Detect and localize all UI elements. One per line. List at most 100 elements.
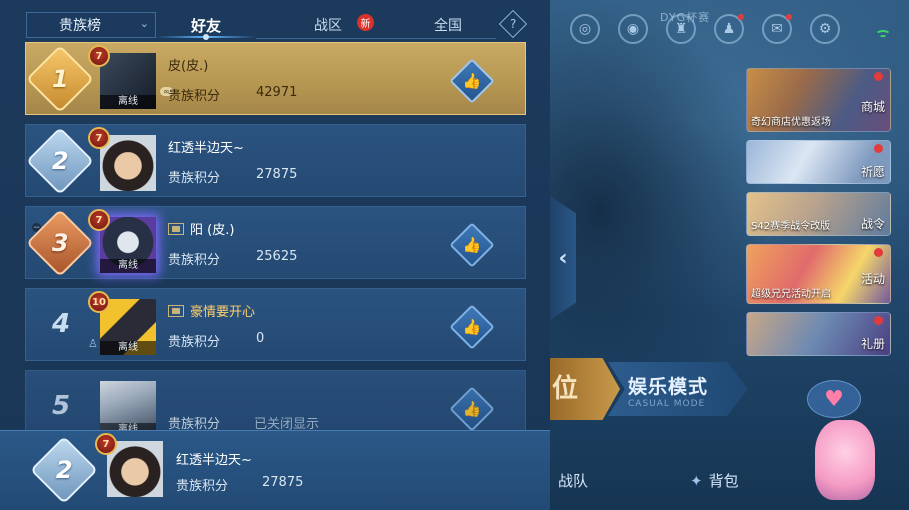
collapse-panel-button[interactable]: ‹ (550, 196, 576, 320)
casual-mode-button[interactable]: 娱乐模式 CASUAL MODE (608, 362, 748, 416)
backpack-button[interactable]: ✦ 背包 (690, 470, 739, 491)
rank-badge-silver: 2 (30, 436, 98, 504)
avatar[interactable]: 离线 (100, 381, 156, 437)
ranking-tabbar: 贵族榜 ⌄ 好友 战区 新 全国 ? (0, 0, 550, 40)
player-name: 皮(皮.) (168, 59, 209, 74)
score-label: 贵族积分 (176, 479, 229, 494)
score-value: 27875 (256, 167, 298, 182)
ranking-row[interactable]: 2 7 红透半边天~ 贵族积分 27875 (25, 124, 526, 197)
notify-dot (874, 72, 883, 81)
card-label: 商城 (860, 100, 885, 114)
ranking-list: 1 离线 7 皮(皮.) ∞ 贵族积分 42971 👍 2 7 红透半边天~ 贵… (25, 42, 526, 452)
dropdown-label: 贵族榜 (59, 18, 101, 34)
card-label: 活动 (860, 272, 885, 286)
rank-number: 5 (52, 391, 71, 421)
score-label: 贵族积分 (168, 253, 221, 268)
rank-badge-gold: 1 (26, 45, 94, 113)
rank-number: 4 (52, 309, 71, 339)
backpack-label: 背包 (708, 472, 739, 490)
mail-icon[interactable]: ✉ (762, 14, 792, 44)
like-button[interactable]: 👍 (449, 304, 495, 350)
noble-level-badge: 7 (88, 127, 110, 149)
card-caption: 超级兄兄活动开启 (751, 289, 831, 300)
bottom-menu: 战队 ✦ 背包 (550, 450, 780, 510)
tab-region[interactable]: 战区 (290, 12, 366, 38)
my-ranking-row[interactable]: 2 7 红透半边天~ 贵族积分 27875 (0, 430, 550, 510)
offline-label: 离线 (100, 341, 156, 355)
noble-level-badge: 7 (88, 209, 110, 231)
tab-label: 战区 (314, 18, 342, 34)
guild-flag-icon (168, 304, 184, 317)
tab-label: 全国 (434, 18, 462, 34)
casual-mode-subtitle: CASUAL MODE (628, 399, 706, 409)
notify-dot (874, 144, 883, 153)
chevron-down-icon: ⌄ (139, 17, 149, 30)
casual-mode-label: 娱乐模式 (628, 376, 709, 398)
card-label: 礼册 (860, 337, 885, 351)
player-name: 豪情要开心 (168, 301, 255, 320)
thumbs-up-icon: 👍 (462, 318, 482, 336)
tab-label: 好友 (190, 16, 221, 35)
ranked-mode-button[interactable]: 位 (550, 358, 620, 420)
ranking-row[interactable]: − 3 离线 7 阳 (皮.) 贵族积分 25625 👍 (25, 206, 526, 279)
offline-label: 离线 (100, 95, 156, 109)
top-toolbar: ◎ ◉ ♜ ♟ ✉ ⚙ (570, 14, 840, 44)
player-name: 红透半边天~ (168, 141, 244, 156)
profile-link-icon: ♙ (88, 337, 98, 350)
activity-card[interactable]: 超级兄兄活动开启 活动 (746, 244, 891, 304)
like-button[interactable]: 👍 (449, 222, 495, 268)
team-button[interactable]: 战队 (558, 470, 588, 491)
card-label: 祈愿 (860, 165, 885, 179)
noble-level-badge: 10 (88, 291, 110, 313)
rank-badge-bronze: 3 (26, 209, 94, 277)
settings-gear-icon[interactable]: ⚙ (810, 14, 840, 44)
friend-ranking-panel: 贵族榜 ⌄ 好友 战区 新 全国 ? 1 离线 7 皮(皮.) ∞ 贵族积分 4… (0, 0, 550, 510)
shop-card[interactable]: 奇幻商店优惠返场 商城 (746, 68, 891, 132)
new-badge: 新 (357, 14, 374, 31)
help-icon[interactable]: ? (498, 9, 528, 39)
eye-icon[interactable]: ◉ (618, 14, 648, 44)
target-icon[interactable]: ◎ (570, 14, 600, 44)
score-value: 0 (256, 331, 265, 346)
score-label: 贵族积分 (168, 89, 221, 104)
pet-mascot[interactable] (815, 420, 875, 500)
thumbs-up-icon: 👍 (462, 236, 482, 254)
like-button[interactable]: 👍 (449, 386, 495, 432)
card-caption: S42赛季战令改版 (751, 221, 831, 232)
thumbs-up-icon: 👍 (462, 400, 482, 418)
trophy-icon[interactable]: ♜ (666, 14, 696, 44)
friends-icon[interactable]: ♟ (714, 14, 744, 44)
notify-dot (874, 248, 883, 257)
heart-icon[interactable]: ♥ (807, 380, 861, 418)
guild-flag-icon (168, 222, 184, 235)
wish-card[interactable]: 祈愿 (746, 140, 891, 184)
ranking-type-dropdown[interactable]: 贵族榜 ⌄ (26, 12, 156, 38)
noble-level-badge: 7 (88, 45, 110, 67)
score-value: 42971 (256, 85, 298, 100)
ranking-row[interactable]: 1 离线 7 皮(皮.) ∞ 贵族积分 42971 👍 (25, 42, 526, 115)
score-label: 贵族积分 (168, 335, 221, 350)
tab-divider (256, 38, 496, 39)
like-button[interactable]: 👍 (449, 58, 495, 104)
chevron-left-icon: ‹ (558, 245, 568, 271)
score-value: 25625 (256, 249, 298, 264)
score-value: 27875 (262, 475, 304, 490)
team-label: 战队 (558, 472, 589, 490)
battle-pass-card[interactable]: S42赛季战令改版 战令 (746, 192, 891, 236)
thumbs-up-icon: 👍 (462, 72, 482, 90)
event-side-cards: 奇幻商店优惠返场 商城 祈愿 S42赛季战令改版 战令 超级兄兄活动开启 活动 … (746, 68, 891, 356)
active-tab-indicator (156, 34, 256, 40)
card-label: 战令 (860, 217, 885, 231)
backpack-icon: ✦ (690, 471, 703, 490)
offline-label: 离线 (100, 259, 156, 273)
ranking-row[interactable]: 4 离线 10 ♙ 豪情要开心 贵族积分 0 👍 (25, 288, 526, 361)
player-name: 阳 (皮.) (168, 219, 234, 238)
card-caption: 奇幻商店优惠返场 (751, 117, 831, 128)
score-label: 贵族积分 (168, 171, 221, 186)
wifi-icon (875, 24, 891, 40)
notify-dot (874, 316, 883, 325)
game-mode-bar: 位 娱乐模式 CASUAL MODE (550, 358, 750, 420)
gift-book-card[interactable]: 礼册 (746, 312, 891, 356)
tab-national[interactable]: 全国 (410, 12, 486, 38)
rank-badge-silver: 2 (26, 127, 94, 195)
